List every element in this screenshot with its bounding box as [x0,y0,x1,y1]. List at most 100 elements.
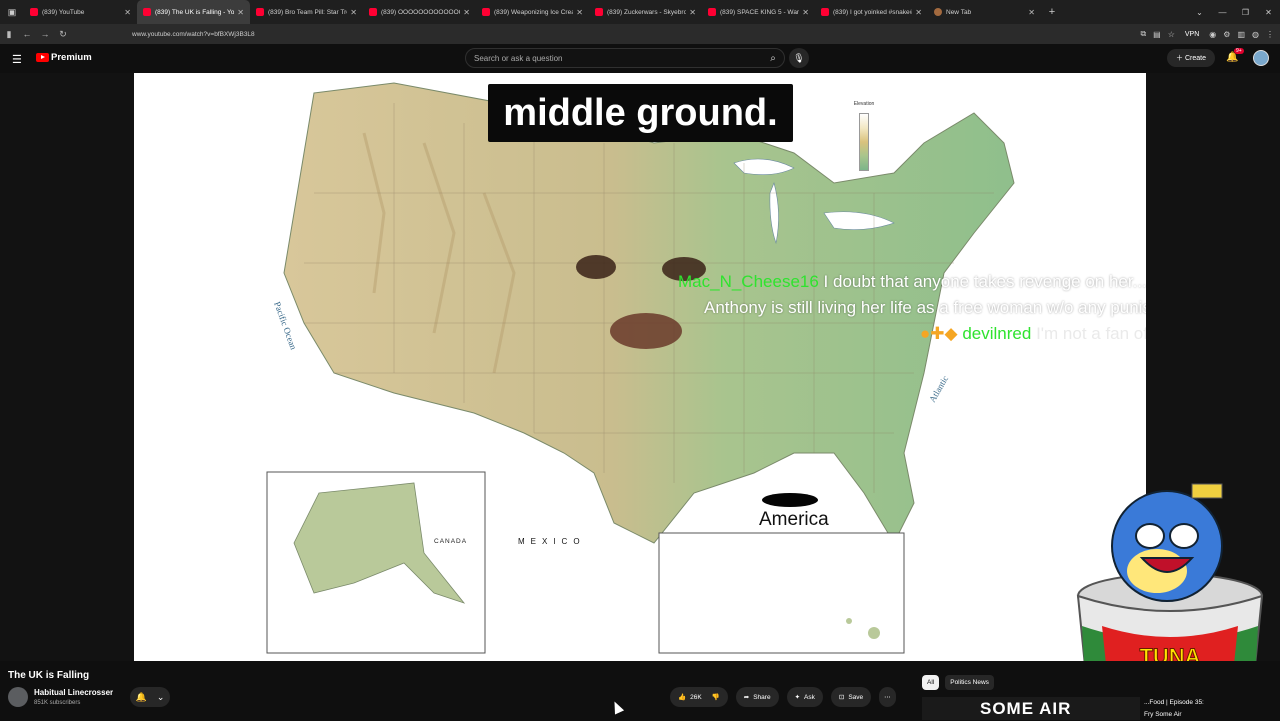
tab-ooo[interactable]: (839) OOOOOOOOOOOOO - Yo...✕ [363,0,476,24]
face-mouth [610,313,682,349]
player-left-margin [0,73,134,661]
back-icon[interactable]: ← [18,29,36,39]
close-window-icon[interactable]: ✕ [1257,0,1280,24]
tab-title: New Tab [946,8,972,16]
bell-icon: 🔔 [135,691,147,702]
url-field[interactable]: www.youtube.com/watch?v=bfBXWj3B3L8 [132,31,255,38]
chip-politics-news[interactable]: Politics News [945,675,994,690]
logo-text: Premium [51,52,92,63]
tab-space-king[interactable]: (839) SPACE KING 5 - War World...✕ [702,0,815,24]
tab-new-tab[interactable]: New Tab ✕ [928,0,1041,24]
youtube-favicon-icon [143,8,151,16]
tab-title: (839) The UK is Falling - YouTube [155,8,235,16]
sparkle-icon: ✦ [794,694,801,701]
tab-actions-icon[interactable]: ▣ [0,0,24,24]
wallet-icon[interactable]: ▥ [1237,30,1245,39]
search-input[interactable]: Search or ask a question ⌕ [465,48,785,68]
create-button[interactable]: ＋ Create [1167,49,1215,67]
hawaii-inset-frame [658,532,905,654]
tab-search-icon[interactable]: ⌄ [1188,0,1211,24]
tab-uk-falling[interactable]: (839) The UK is Falling - YouTube✕ [137,0,250,24]
tab-bro-team[interactable]: (839) Bro Team Pill: Star Trek On...✕ [250,0,363,24]
tab-title: (839) OOOOOOOOOOOOO - Yo... [381,8,461,16]
close-tab-icon[interactable]: ✕ [124,8,131,17]
menu-icon[interactable]: ⋮ [1266,30,1274,39]
chat-text: I'm not a fan of this guy [1036,324,1146,343]
search-icon[interactable]: ⌕ [766,51,780,65]
close-tab-icon[interactable]: ✕ [1028,8,1035,17]
chip-all[interactable]: All [922,675,940,690]
profile-icon[interactable]: ◍ [1252,30,1259,39]
extensions-icon[interactable]: ⚙ [1223,30,1230,39]
close-tab-icon[interactable]: ✕ [689,8,696,17]
next-video-info[interactable]: ...Food | Episode 35: Fry Some Air [1144,697,1280,721]
tab-ice-cream[interactable]: (839) Weaponizing Ice Cream In...✕ [476,0,589,24]
subscriber-count: 851K subscribers [34,700,81,706]
vpn-badge[interactable]: VPN [1182,31,1202,38]
new-tab-icon[interactable]: + [1041,6,1063,18]
video-info-area: The UK is Falling Habitual Linecrosser 8… [0,661,1280,720]
address-bar-tools: ⧉ ▤ ☆ VPN ◉ ⚙ ▥ ◍ ⋮ [1140,24,1274,44]
youtube-favicon-icon [482,8,490,16]
youtube-favicon-icon [595,8,603,16]
install-icon[interactable]: ⧉ [1140,29,1146,39]
more-actions-icon[interactable]: ⋯ [879,687,896,707]
address-bar: ▮ ← → ↻ www.youtube.com/watch?v=bfBXWj3B… [0,24,1280,44]
channel-name[interactable]: Habitual Linecrosser [34,688,113,697]
sidebar-toggle-icon[interactable]: ▮ [0,29,18,40]
tab-zuckerwars[interactable]: (839) Zuckerwars - Skyebrows -...✕ [589,0,702,24]
close-tab-icon[interactable]: ✕ [576,8,583,17]
youtube-play-icon [36,53,49,62]
close-tab-icon[interactable]: ✕ [463,8,470,17]
bookmark-star-icon[interactable]: ☆ [1168,30,1175,39]
like-button[interactable]: 👍 26K 👎 [670,687,728,707]
close-tab-icon[interactable]: ✕ [802,8,809,17]
face-eye-left [576,255,616,279]
user-avatar[interactable] [1253,50,1269,66]
elevation-legend: Elevation [839,101,889,177]
maximize-icon[interactable]: ❐ [1234,0,1257,24]
tab-youtube[interactable]: (839) YouTube ✕ [24,0,137,24]
next-video-title-line: ...Food | Episode 35: [1144,699,1204,706]
microphone-icon[interactable]: 🎙 [789,48,809,68]
account-icon[interactable]: ◉ [1209,30,1216,39]
channel-avatar[interactable] [8,687,28,707]
chat-username: Mac_N_Cheese16 [678,272,819,291]
ask-label: Ask [804,693,815,701]
video-title: The UK is Falling [8,670,90,681]
elevation-bar [859,113,869,171]
tab-yoinked[interactable]: (839) I got yoinked #snake#you...✕ [815,0,928,24]
thumbs-up-icon: 👍 [678,694,687,701]
share-button[interactable]: ➦ Share [735,687,779,707]
close-tab-icon[interactable]: ✕ [915,8,922,17]
reader-icon[interactable]: ▤ [1153,30,1161,39]
close-tab-icon[interactable]: ✕ [237,8,244,17]
thumbs-down-icon[interactable]: 👎 [712,693,720,701]
youtube-logo[interactable]: Premium [36,52,92,63]
mexico-label: MEXICO [518,537,586,546]
minimize-icon[interactable]: — [1211,0,1234,24]
chat-text: I doubt that anyone takes revenge on her… [823,272,1146,291]
close-tab-icon[interactable]: ✕ [350,8,357,17]
forward-icon[interactable]: → [36,29,54,39]
ask-button[interactable]: ✦ Ask [786,687,823,707]
browser-tab-bar: ▣ (839) YouTube ✕ (839) The UK is Falling… [0,0,1280,24]
subscribed-bell-button[interactable]: 🔔 ⌄ [130,687,170,707]
next-video-thumbnail[interactable]: SOME AIR [922,697,1140,720]
video-actions: 👍 26K 👎 ➦ Share ✦ Ask ⊡ Save ⋯ [670,687,896,707]
reload-icon[interactable]: ↻ [54,29,72,40]
youtube-favicon-icon [821,8,829,16]
notification-badge: 9+ [1234,48,1244,54]
chat-message: Mac_N_Cheese16 I doubt that anyone takes… [678,272,1146,292]
tab-title: (839) Zuckerwars - Skyebrows -... [607,8,687,16]
chat-username: devilnred [962,324,1032,343]
chat-text: Anthony is still living her life as a fr… [704,298,1146,317]
menu-hamburger-icon[interactable]: ☰ [12,53,22,66]
tab-title: (839) Weaponizing Ice Cream In... [494,8,574,16]
save-button[interactable]: ⊡ Save [830,687,872,707]
video-player[interactable]: Pacific Ocean Atlantic Elevation middle … [134,73,1146,661]
share-label: Share [753,693,771,701]
search-placeholder: Search or ask a question [474,53,563,63]
chat-message: ●✚◆ devilnred I'm not a fan of this guy [920,324,1146,344]
create-label: Create [1184,54,1206,62]
